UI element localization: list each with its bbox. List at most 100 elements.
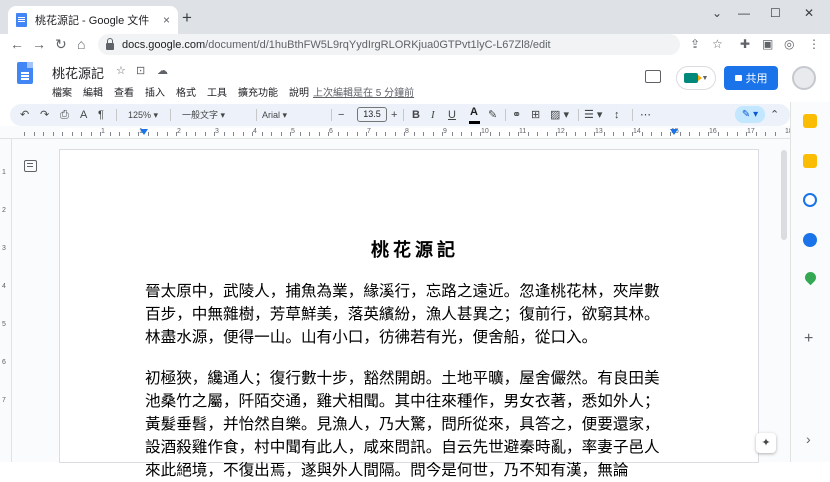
share-button[interactable]: 共用 <box>724 66 778 90</box>
ruler-tick <box>119 132 120 136</box>
comment-history-icon[interactable] <box>645 70 661 83</box>
insert-image-icon[interactable]: ▨ ▾ <box>550 108 569 122</box>
bold-button[interactable]: B <box>412 108 420 122</box>
italic-button[interactable]: I <box>431 108 435 122</box>
menu-file[interactable]: 檔案 <box>52 84 72 99</box>
ruler-tick <box>167 132 168 136</box>
side-panel-icon[interactable]: ▣ <box>762 37 773 51</box>
reload-button[interactable]: ↻ <box>55 36 67 52</box>
collapse-menus-icon[interactable]: ⌃ <box>770 108 779 121</box>
highlight-icon[interactable]: ✎ <box>488 108 497 122</box>
docs-logo-icon[interactable] <box>17 62 33 84</box>
ruler-tick <box>262 132 263 136</box>
address-bar[interactable]: docs.google.com/document/d/1huBthFW5L9rq… <box>98 34 680 55</box>
line-spacing-icon[interactable]: ↕ <box>614 108 620 122</box>
ruler-tick <box>490 132 491 136</box>
ruler-tick <box>727 132 728 136</box>
tab-search-icon[interactable]: ⌄ <box>712 6 722 20</box>
move-folder-icon[interactable]: ⊡ <box>136 64 145 77</box>
underline-button[interactable]: U <box>448 108 456 122</box>
last-edit-link[interactable]: 上次編輯是在 5 分鐘前 <box>313 84 414 99</box>
vertical-ruler-number: 7 <box>2 397 6 404</box>
align-icon[interactable]: ☰ ▾ <box>584 108 602 122</box>
account-avatar[interactable] <box>792 66 816 90</box>
back-button[interactable]: ← <box>10 36 24 52</box>
browser-tab[interactable]: 桃花源記 - Google 文件 × <box>8 6 178 34</box>
vertical-ruler: 1234567 <box>0 139 12 462</box>
maximize-button[interactable]: ☐ <box>770 6 781 20</box>
menu-edit[interactable]: 編輯 <box>83 84 103 99</box>
menu-insert[interactable]: 插入 <box>145 84 165 99</box>
keep-notes-icon[interactable] <box>803 154 817 168</box>
ruler-tick <box>461 132 462 136</box>
paragraph-1[interactable]: 晉太原中，武陵人，捕魚為業，緣溪行，忘路之遠近。忽逢桃花林，夾岸數 百步，中無雜… <box>145 280 670 349</box>
expand-panel-button[interactable]: › <box>806 432 811 446</box>
paragraph-2[interactable]: 初極狹，纔通人；復行數十步，豁然開朗。土地平曠，屋舍儼然。有良田美 池桑竹之屬，… <box>145 367 670 482</box>
paint-format-icon[interactable]: ¶ <box>98 108 104 122</box>
zoom-select[interactable]: 125% ▾ <box>128 108 158 122</box>
document-outline-icon[interactable] <box>24 160 37 172</box>
ruler-tick <box>642 132 643 136</box>
browser-menu-icon[interactable]: ⋮ <box>808 37 820 51</box>
forward-button[interactable]: → <box>32 36 46 52</box>
font-select[interactable]: Arial ▾ <box>262 108 327 122</box>
menu-extensions[interactable]: 擴充功能 <box>238 84 278 99</box>
undo-icon[interactable]: ↶ <box>20 108 29 122</box>
contacts-icon[interactable] <box>803 233 817 247</box>
menu-view[interactable]: 查看 <box>114 84 134 99</box>
tab-title: 桃花源記 - Google 文件 <box>35 15 150 27</box>
document-heading[interactable]: 桃花源記 <box>0 236 830 262</box>
toolbar-divider <box>505 109 506 121</box>
left-indent-marker[interactable] <box>140 129 148 135</box>
text-line: 初極狹，纔通人；復行數十步，豁然開朗。土地平曠，屋舍儼然。有良田美 <box>145 369 660 387</box>
ruler-number: 16 <box>709 128 717 135</box>
keep-icon[interactable] <box>803 114 817 128</box>
ruler-tick <box>347 132 348 136</box>
font-size-input[interactable]: 13.5 <box>357 107 387 122</box>
minimize-button[interactable]: — <box>738 6 750 20</box>
increase-font-size-button[interactable]: + <box>391 108 397 122</box>
new-tab-button[interactable]: + <box>182 9 192 26</box>
decrease-font-size-button[interactable]: − <box>338 108 344 122</box>
ruler-tick <box>148 132 149 136</box>
bookmark-star-icon[interactable]: ☆ <box>712 37 723 51</box>
home-button[interactable]: ⌂ <box>77 36 85 52</box>
right-indent-marker[interactable] <box>670 129 678 135</box>
ruler-number: 6 <box>329 128 333 135</box>
share-page-icon[interactable]: ⇪ <box>690 37 700 51</box>
meet-button[interactable]: ▼ <box>676 66 716 90</box>
insert-link-icon[interactable]: ⚭ <box>512 108 521 122</box>
tab-close-icon[interactable]: × <box>163 13 170 27</box>
menu-help[interactable]: 說明 <box>289 84 309 99</box>
ruler-tick <box>62 132 63 136</box>
url-path: /document/d/1huBthFW5L9rqYydIrgRLORKjua0… <box>205 38 551 51</box>
ruler-tick <box>623 132 624 136</box>
profile-icon[interactable]: ◎ <box>784 37 794 51</box>
add-comment-icon[interactable]: ⊞ <box>531 108 540 122</box>
tasks-icon[interactable] <box>803 193 817 207</box>
zoom-value: 125% <box>128 110 152 120</box>
menu-format[interactable]: 格式 <box>176 84 196 99</box>
spellcheck-icon[interactable]: A <box>80 108 87 122</box>
editing-mode-button[interactable]: ✎ ▾ <box>735 106 765 123</box>
close-window-button[interactable]: ✕ <box>804 6 814 20</box>
formatting-toolbar: ↶ ↷ ⎙ A ¶ 125% ▾ 一般文字 ▾ Arial ▾ − 13.5 +… <box>10 104 790 126</box>
ruler-tick <box>376 132 377 136</box>
text-color-button[interactable]: A <box>469 106 480 124</box>
more-options-icon[interactable]: ⋯ <box>640 108 651 122</box>
add-addon-button[interactable]: + <box>804 331 813 347</box>
cloud-status-icon[interactable]: ☁ <box>157 64 168 77</box>
document-title[interactable]: 桃花源記 <box>52 63 104 82</box>
ruler-number: 11 <box>519 128 527 135</box>
extensions-icon[interactable]: ✚ <box>740 37 750 51</box>
vertical-scrollbar[interactable] <box>781 150 787 240</box>
ruler-tick <box>233 132 234 136</box>
print-icon[interactable]: ⎙ <box>60 108 69 122</box>
redo-icon[interactable]: ↷ <box>40 108 49 122</box>
style-select[interactable]: 一般文字 ▾ <box>182 108 252 122</box>
ruler-tick <box>651 132 652 136</box>
star-icon[interactable]: ☆ <box>116 64 126 77</box>
ruler-number: 13 <box>595 128 603 135</box>
explore-button[interactable]: ✦ <box>756 433 776 453</box>
menu-tools[interactable]: 工具 <box>207 84 227 99</box>
